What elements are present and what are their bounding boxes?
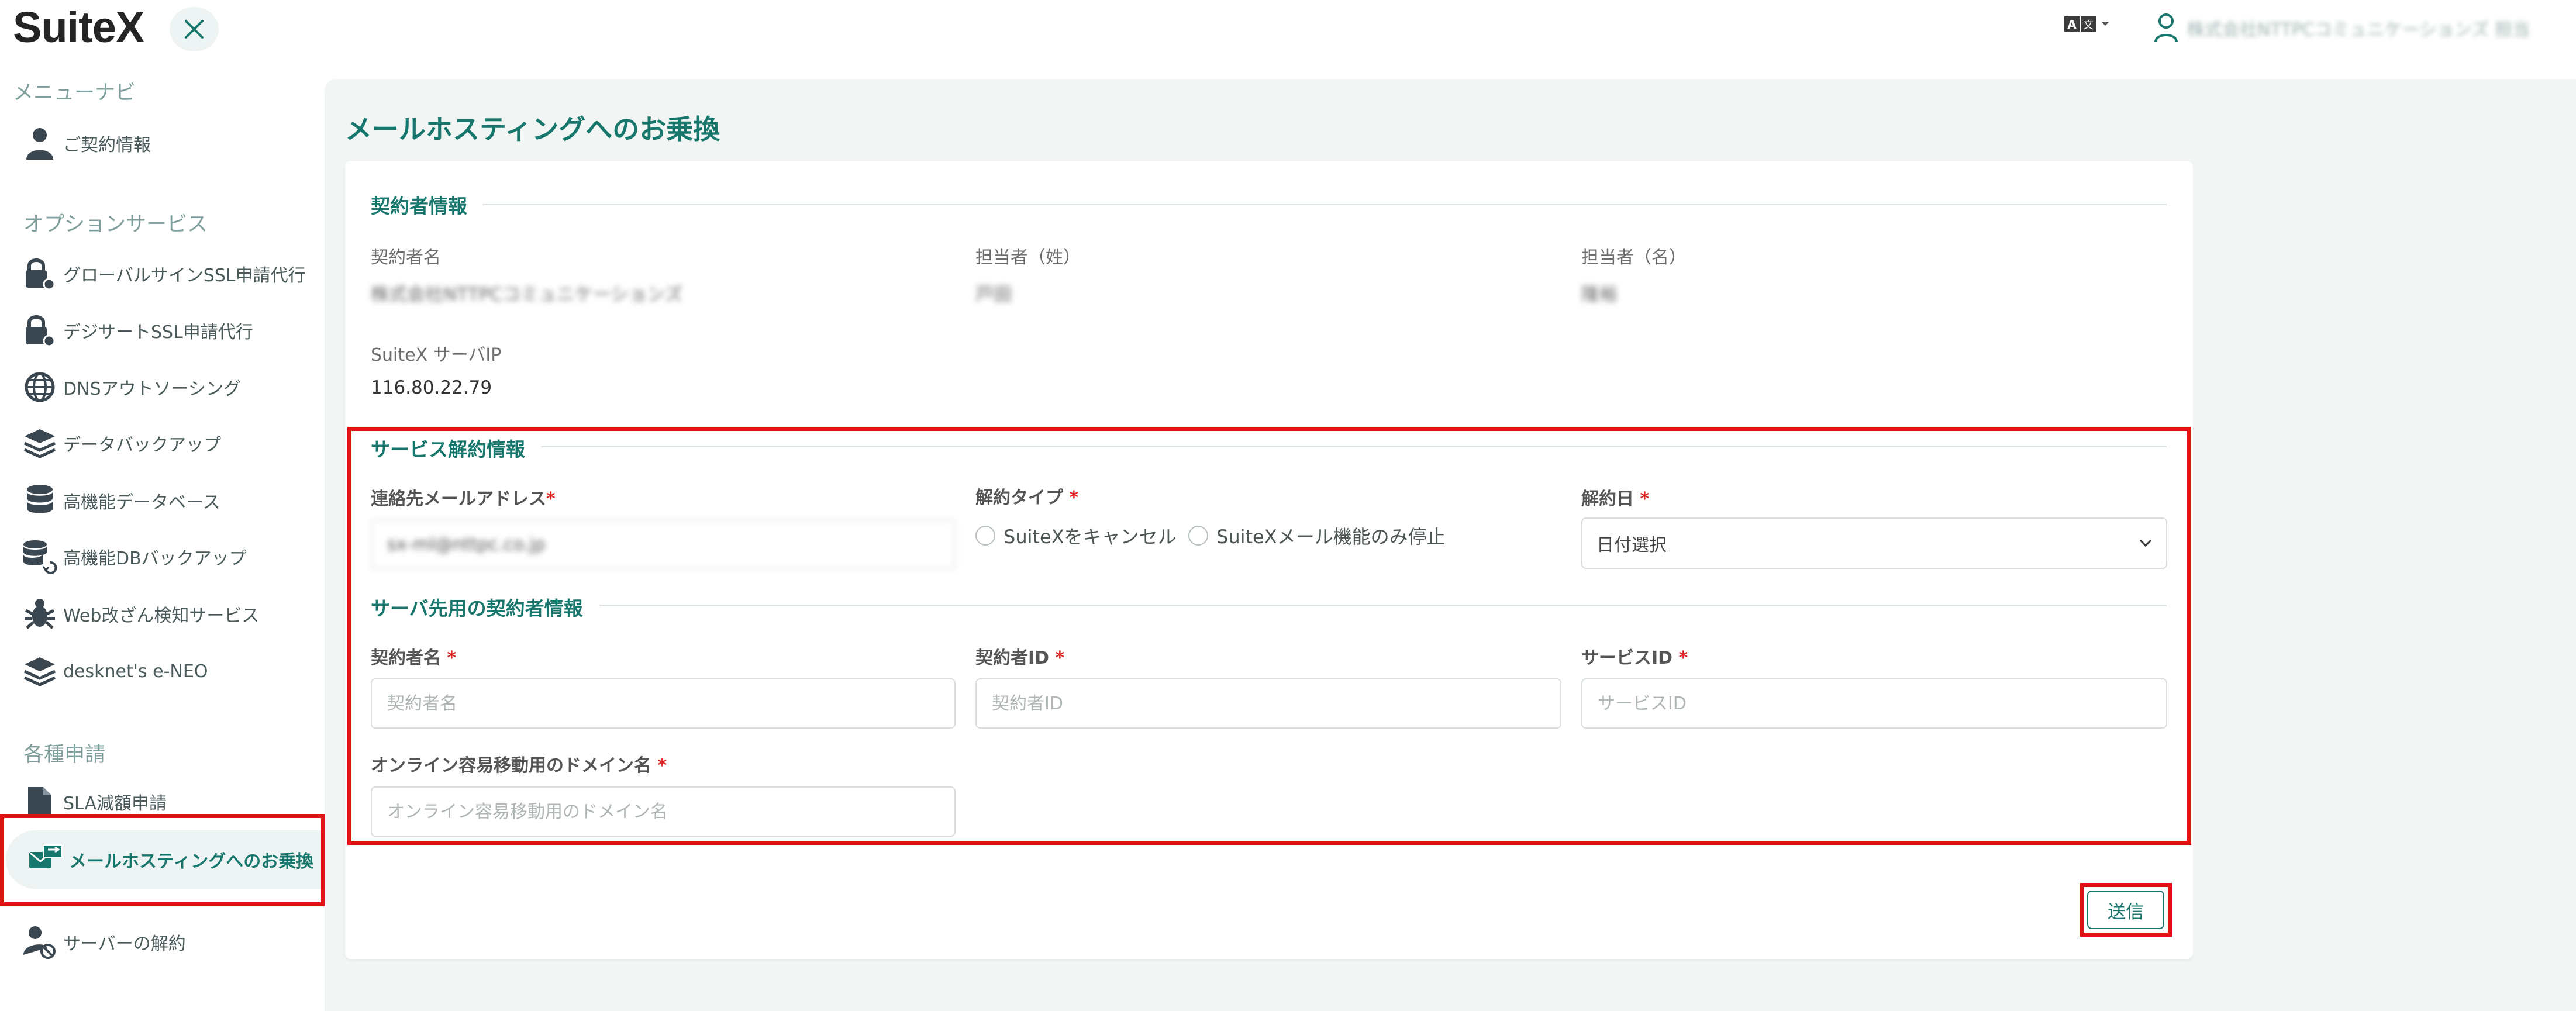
sidebar-section-options: オプションサービス <box>23 213 208 236</box>
sidebar-item-label: Web改ざん検知サービス <box>63 606 260 626</box>
sidebar-item-data-backup[interactable]: データバックアップ <box>22 427 221 460</box>
suitex-logo: SuiteX <box>13 3 144 51</box>
user-icon <box>2154 13 2178 43</box>
layers-icon <box>22 654 57 689</box>
sidebar-item-web-tamper-detection[interactable]: Web改ざん検知サービス <box>22 598 259 630</box>
lock-gear-icon <box>22 313 57 348</box>
contact-last-name-value: 戸田 <box>975 284 1012 305</box>
sidebar-item-label: 高機能データベース <box>63 492 220 513</box>
globe-icon <box>22 370 57 405</box>
sidebar-section-requests: 各種申請 <box>23 743 106 767</box>
user-menu[interactable]: 株式会社NTTPCコミュニケーションズ 担当 <box>2153 13 2530 43</box>
submit-highlight-annotation: 送信 <box>2080 883 2172 937</box>
user-name: 株式会社NTTPCコミュニケーションズ 担当 <box>2187 20 2530 40</box>
sidebar-item-label: サーバーの解約 <box>63 934 186 954</box>
language-switch-button[interactable]: A 文 <box>2064 15 2110 33</box>
sidebar-item-dns-outsourcing[interactable]: DNSアウトソーシング <box>22 371 241 403</box>
contractor-name-value: 株式会社NTTPCコミュニケーションズ <box>371 284 683 305</box>
lock-gear-icon <box>22 256 57 291</box>
close-sidebar-button[interactable] <box>170 7 219 51</box>
database-icon <box>22 483 57 518</box>
translate-icon: A 文 <box>2064 16 2096 32</box>
sidebar-item-globalsign-ssl[interactable]: グローバルサインSSL申請代行 <box>22 256 306 291</box>
sidebar-item-label: DNSアウトソーシング <box>63 379 241 399</box>
person-icon <box>22 126 57 161</box>
sidebar-section-menu: メニューナビ <box>13 81 136 105</box>
sidebar-item-server-cancellation[interactable]: サーバーの解約 <box>22 924 186 960</box>
contact-first-name-label: 担当者（名） <box>1581 247 1687 268</box>
sidebar-item-digicert-ssl[interactable]: デジサートSSL申請代行 <box>22 314 253 347</box>
database-restore-icon <box>22 539 57 574</box>
sidebar-item-desknets[interactable]: desknet's e-NEO <box>22 655 208 688</box>
contact-first-name-value: 隆裕 <box>1581 284 1618 305</box>
sidebar-item-label: desknet's e-NEO <box>63 661 208 682</box>
sidebar-item-sla-reduction[interactable]: SLA減額申請 <box>22 785 167 818</box>
sidebar-item-label: デジサートSSL申請代行 <box>63 322 253 343</box>
bug-icon <box>22 596 57 632</box>
form-highlight-annotation <box>347 427 2191 845</box>
svg-text:A: A <box>2067 18 2077 32</box>
svg-text:文: 文 <box>2083 19 2094 32</box>
sidebar-item-label: ご契約情報 <box>63 135 151 156</box>
contractor-name-label: 契約者名 <box>371 247 441 268</box>
close-icon <box>185 20 204 39</box>
sidebar-item-db-backup[interactable]: 高機能DBバックアップ <box>22 539 247 574</box>
sidebar-item-contract-info[interactable]: ご契約情報 <box>22 127 151 160</box>
sidebar-item-database[interactable]: 高機能データベース <box>22 484 220 517</box>
sidebar-highlight-annotation <box>0 814 325 906</box>
sidebar-item-label: SLA減額申請 <box>63 793 167 814</box>
section-divider <box>482 204 2167 205</box>
submit-button[interactable]: 送信 <box>2087 891 2164 929</box>
sidebar-item-label: グローバルサインSSL申請代行 <box>63 265 306 286</box>
layers-icon <box>22 426 57 461</box>
server-ip-label: SuiteX サーバIP <box>371 345 502 365</box>
user-block-icon <box>22 924 57 960</box>
sidebar-item-label: データバックアップ <box>63 435 221 456</box>
page-title: メールホスティングへのお乗換 <box>345 113 720 145</box>
server-ip-value: 116.80.22.79 <box>371 377 492 398</box>
contact-last-name-label: 担当者（姓） <box>975 247 1081 268</box>
section-title-contractor: 契約者情報 <box>371 195 467 218</box>
chevron-down-icon <box>2102 22 2109 26</box>
sidebar-item-label: 高機能DBバックアップ <box>63 548 247 569</box>
